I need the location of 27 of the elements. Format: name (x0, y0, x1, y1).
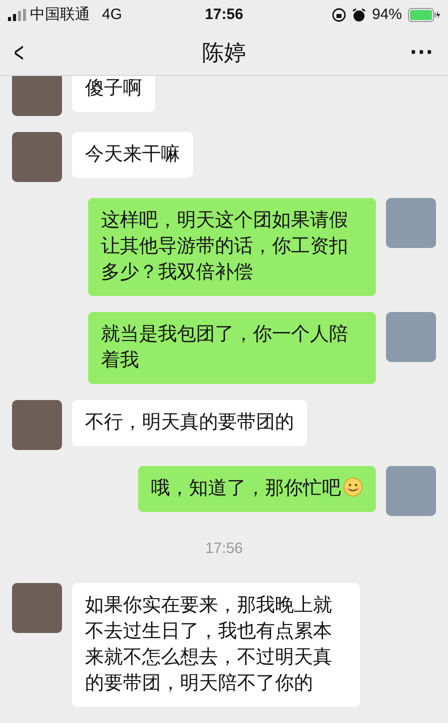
rotation-lock-icon (332, 8, 346, 22)
message-bubble: 今天来干嘛 (72, 132, 193, 178)
signal-icon (8, 9, 26, 21)
alarm-icon (352, 8, 366, 22)
contact-avatar[interactable] (12, 76, 62, 116)
contact-avatar[interactable] (12, 132, 62, 182)
user-avatar[interactable] (386, 312, 436, 362)
user-avatar[interactable] (386, 198, 436, 248)
message-bubble: 就当是我包团了，你一个人陪着我 (88, 312, 376, 384)
more-button[interactable]: ··· (394, 40, 434, 64)
status-time: 17:56 (204, 4, 244, 25)
contact-avatar[interactable] (12, 400, 62, 450)
back-button[interactable]: < (14, 38, 38, 66)
message-bubble: 哦，知道了，那你忙吧 (138, 466, 376, 512)
message-bubble: 如果你实在要来，那我晚上就不去过生日了，我也有点累本来就不怎么想去，不过明天真的要带团，明天陪不了你的 (72, 582, 360, 706)
contact-avatar[interactable] (12, 582, 62, 632)
chat-title: 陈婷 (201, 39, 247, 67)
battery-icon (408, 8, 440, 22)
message-bubble: 傻子啊 (72, 76, 155, 112)
timestamp: 17:56 (205, 539, 243, 559)
message-bubble: 不行，明天真的要带团的 (72, 400, 307, 446)
message-bubble: 这样吧，明天这个团如果请假让其他导游带的话，你工资扣多少？我双倍补偿 (88, 198, 376, 296)
network-type: 4G (102, 4, 122, 25)
smiley-icon (343, 477, 363, 497)
battery-percent: 94% (372, 4, 402, 25)
user-avatar[interactable] (386, 466, 436, 516)
carrier-name: 中国联通 (30, 4, 90, 25)
